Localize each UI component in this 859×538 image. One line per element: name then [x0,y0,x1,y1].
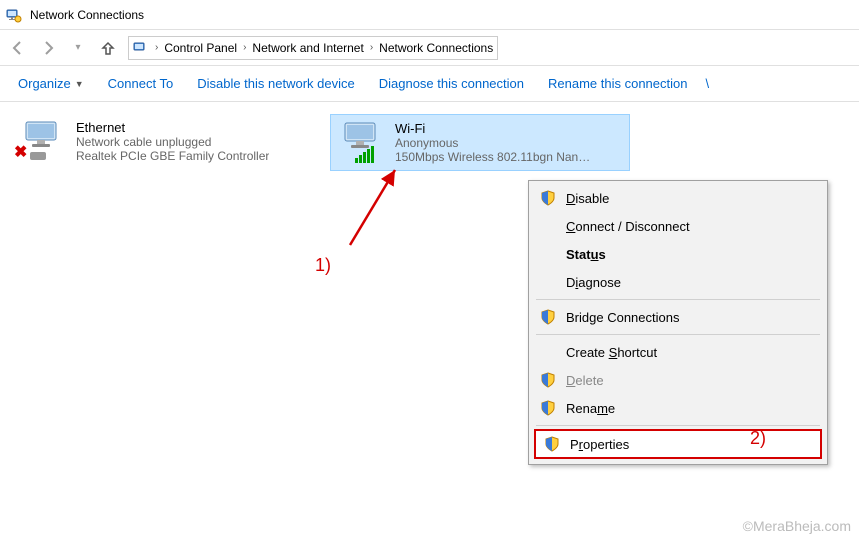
menu-label: Rename [566,401,615,416]
toolbar-label: Connect To [108,76,174,91]
breadcrumb-sep: › [155,42,158,53]
breadcrumb-root-icon [133,40,149,56]
menu-label: Delete [566,373,604,388]
network-connections-icon [6,7,22,23]
breadcrumb-sep: › [370,42,373,53]
menu-create-shortcut[interactable]: Create Shortcut [532,338,824,366]
annotation-label-2: 2) [750,428,766,449]
breadcrumb-item[interactable]: Control Panel [164,41,237,55]
shield-icon [540,400,556,416]
connection-name: Wi-Fi [395,121,590,136]
ethernet-icon: ✖ [18,120,66,160]
breadcrumb[interactable]: › Control Panel › Network and Internet ›… [128,36,498,60]
menu-label: Disable [566,191,609,206]
recent-dropdown[interactable]: ▾ [68,38,88,58]
toolbar-label: Disable this network device [197,76,355,91]
connection-status: Network cable unplugged [76,135,269,149]
content-area: ✖ Ethernet Network cable unplugged Realt… [0,102,859,183]
menu-bridge[interactable]: Bridge Connections [532,303,824,331]
titlebar: Network Connections [0,0,859,30]
menu-properties[interactable]: Properties [534,429,822,459]
toolbar-label: Organize [18,76,71,91]
wifi-icon [337,121,385,161]
connection-item-ethernet[interactable]: ✖ Ethernet Network cable unplugged Realt… [12,114,312,169]
toolbar-overflow: \ [705,76,709,91]
shield-icon [544,436,560,452]
toolbar-rename[interactable]: Rename this connection [542,72,693,95]
connection-device: 150Mbps Wireless 802.11bgn Nan… [395,150,590,164]
toolbar-connect-to[interactable]: Connect To [102,72,180,95]
menu-label: Create Shortcut [566,345,657,360]
chevron-down-icon: ▼ [75,79,84,89]
error-x-icon: ✖ [14,142,27,162]
navbar: ▾ › Control Panel › Network and Internet… [0,30,859,66]
watermark: ©MeraBheja.com [743,518,851,534]
forward-button[interactable] [38,38,58,58]
toolbar: Organize ▼ Connect To Disable this netwo… [0,66,859,102]
connection-device: Realtek PCIe GBE Family Controller [76,149,269,163]
menu-rename[interactable]: Rename [532,394,824,422]
menu-disable[interactable]: Disable [532,184,824,212]
up-button[interactable] [98,38,118,58]
menu-status[interactable]: Status [532,240,824,268]
context-menu: Disable Connect / Disconnect Status Diag… [528,180,828,465]
menu-separator [536,425,820,426]
toolbar-organize[interactable]: Organize ▼ [12,72,90,95]
breadcrumb-sep: › [243,42,246,53]
menu-delete: Delete [532,366,824,394]
breadcrumb-item[interactable]: Network Connections [379,41,493,55]
back-button[interactable] [8,38,28,58]
toolbar-label: Rename this connection [548,76,687,91]
shield-icon [540,309,556,325]
menu-connect-disconnect[interactable]: Connect / Disconnect [532,212,824,240]
toolbar-diagnose[interactable]: Diagnose this connection [373,72,530,95]
menu-label: Connect / Disconnect [566,219,690,234]
connection-status: Anonymous [395,136,590,150]
annotation-label-1: 1) [315,255,331,276]
toolbar-disable[interactable]: Disable this network device [191,72,361,95]
menu-label: Status [566,247,606,262]
plug-icon [30,152,46,160]
menu-label: Diagnose [566,275,621,290]
connection-name: Ethernet [76,120,269,135]
window-title: Network Connections [30,8,144,22]
menu-label: Properties [570,437,629,452]
shield-icon [540,190,556,206]
menu-separator [536,299,820,300]
menu-diagnose[interactable]: Diagnose [532,268,824,296]
connection-item-wifi[interactable]: Wi-Fi Anonymous 150Mbps Wireless 802.11b… [330,114,630,171]
breadcrumb-item[interactable]: Network and Internet [252,41,363,55]
signal-bars-icon [355,146,374,163]
shield-icon [540,372,556,388]
menu-label: Bridge Connections [566,310,679,325]
menu-separator [536,334,820,335]
toolbar-label: Diagnose this connection [379,76,524,91]
